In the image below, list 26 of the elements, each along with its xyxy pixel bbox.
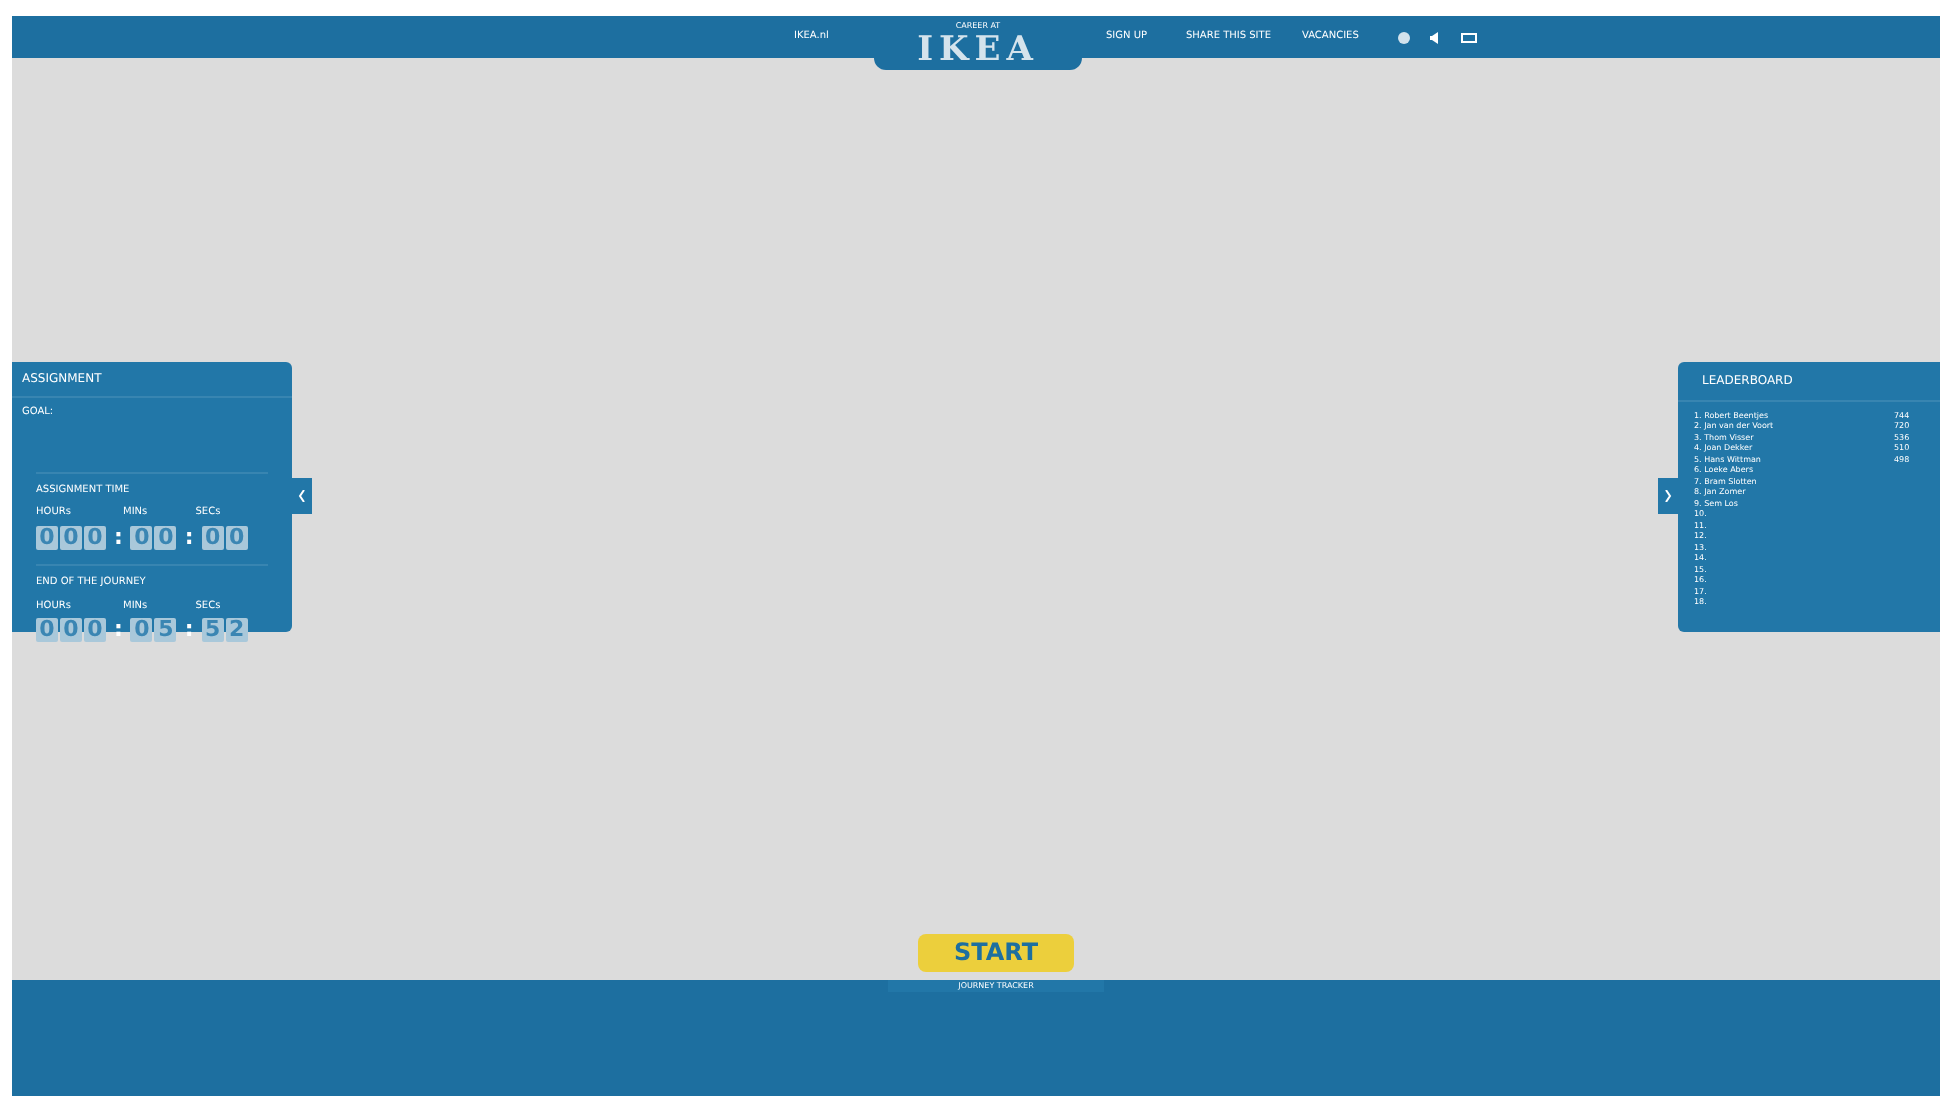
digit-tile: 5 bbox=[154, 618, 177, 643]
digit-tile: 0 bbox=[36, 525, 58, 550]
time-separator: : bbox=[112, 521, 125, 553]
digit-tile: 0 bbox=[201, 525, 224, 550]
time-separator: : bbox=[182, 614, 196, 646]
digit-tile: 0 bbox=[154, 525, 177, 550]
digit-tile: 0 bbox=[84, 618, 106, 643]
digit-tile: 0 bbox=[130, 525, 153, 550]
chevron-left-icon bbox=[298, 490, 306, 502]
time-separator: : bbox=[182, 521, 196, 553]
start-button[interactable]: START bbox=[918, 934, 1074, 972]
fullscreen-icon[interactable] bbox=[1460, 31, 1478, 43]
digit-tile: 5 bbox=[201, 618, 224, 643]
digit-tile: 0 bbox=[130, 618, 153, 643]
chevron-right-icon bbox=[1664, 490, 1672, 502]
logo: IKEA bbox=[917, 32, 1039, 68]
digit-tile: 0 bbox=[36, 618, 58, 643]
digit-tile: 2 bbox=[225, 618, 248, 643]
expand-button[interactable] bbox=[1658, 478, 1678, 514]
time-separator: : bbox=[112, 614, 125, 646]
digit-tile: 0 bbox=[60, 618, 82, 643]
digit-tile: 0 bbox=[84, 525, 106, 550]
digit-tile: 0 bbox=[225, 525, 248, 550]
digit-tile: 0 bbox=[60, 525, 82, 550]
sound-icon[interactable] bbox=[1430, 31, 1440, 43]
collapse-button[interactable] bbox=[292, 478, 312, 514]
